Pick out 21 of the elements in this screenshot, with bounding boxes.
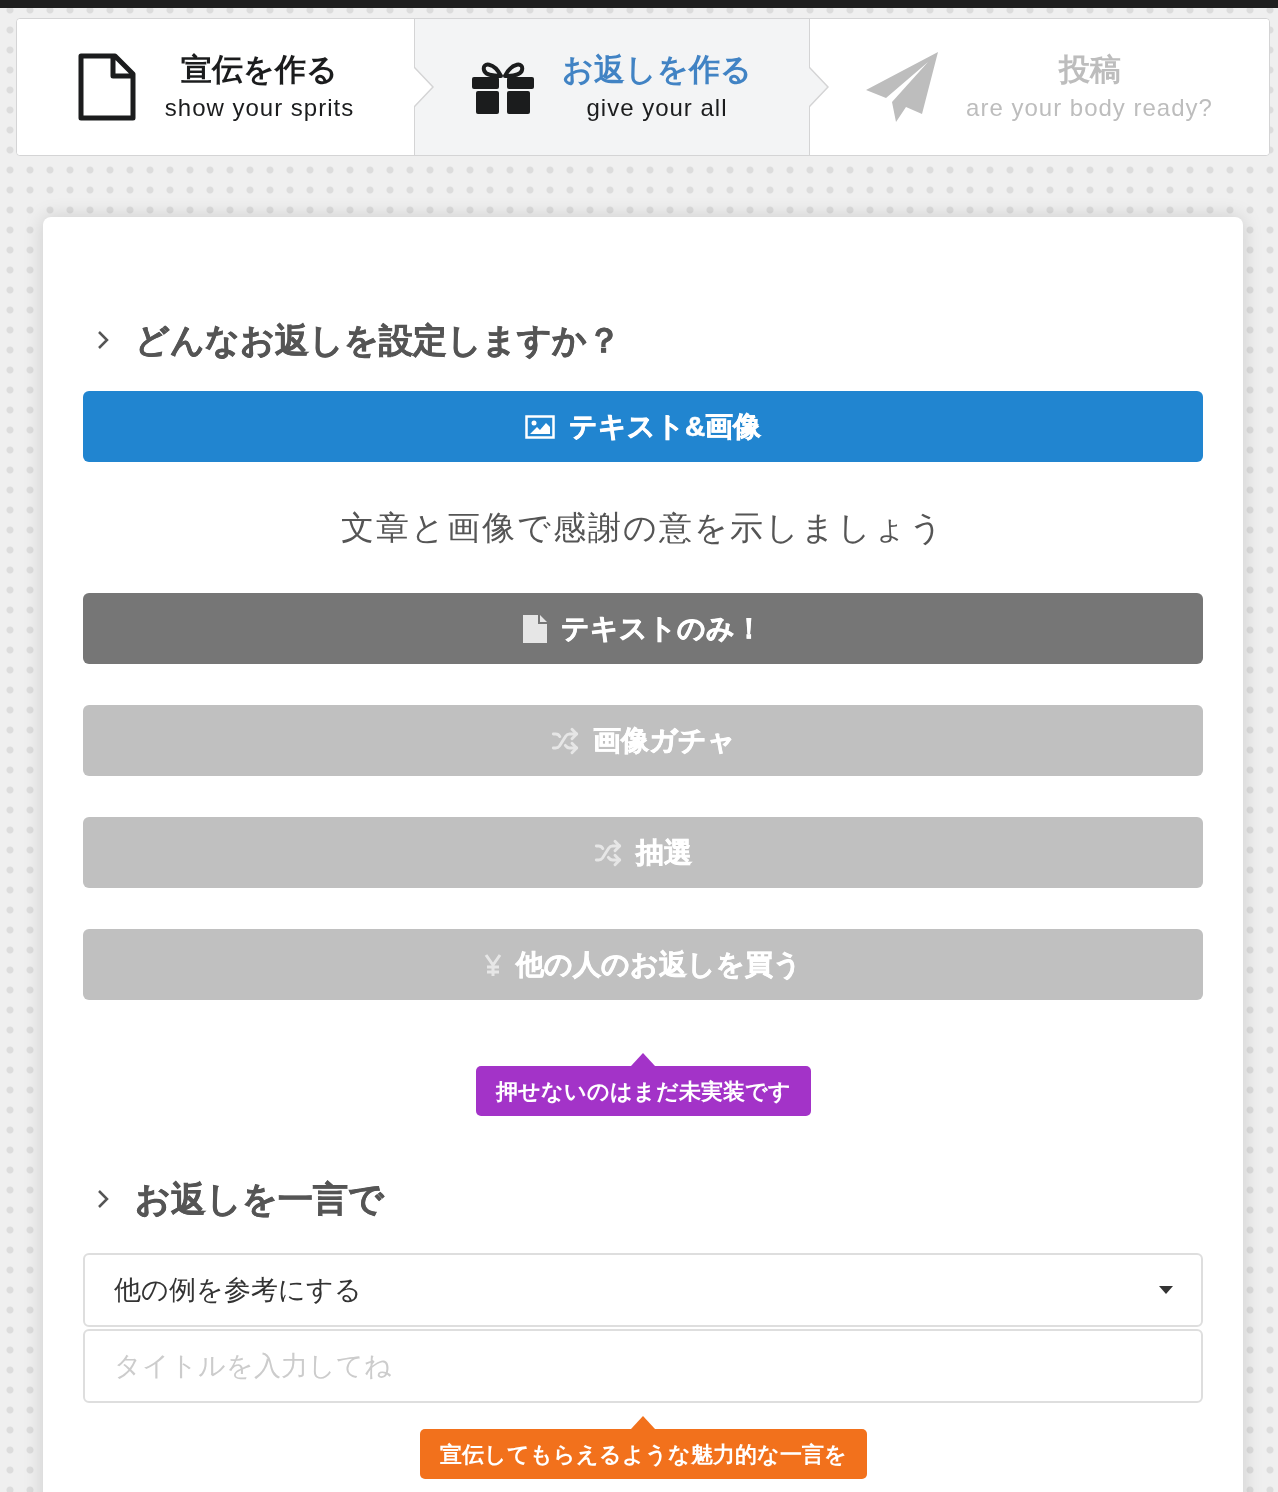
tooltip-arrow — [631, 1416, 655, 1429]
chevron-right-icon — [97, 1189, 109, 1209]
yen-icon — [484, 952, 502, 977]
file-icon — [523, 614, 547, 643]
paper-plane-icon — [866, 52, 939, 122]
shuffle-icon — [594, 838, 622, 867]
option-button[interactable]: テキストのみ！ — [83, 593, 1203, 664]
gift-icon — [472, 60, 534, 114]
option-button[interactable]: テキスト&画像 — [83, 391, 1203, 462]
file-icon — [76, 52, 137, 122]
section-heading: どんなお返しを設定しますか？ — [135, 320, 621, 361]
image-icon — [524, 414, 555, 439]
hint-tooltip: 宣伝してもらえるような魅力的な一言を — [419, 1429, 867, 1479]
option-description: 文章と画像で感謝の意を示しましょう — [340, 508, 946, 548]
example-dropdown[interactable]: 他の例を参考にする — [83, 1253, 1203, 1327]
shuffle-icon — [550, 726, 579, 755]
note-tooltip: 押せないのはまだ未実装です — [475, 1066, 811, 1116]
dropdown-caret-icon — [1159, 1286, 1173, 1294]
tooltip-arrow — [631, 1053, 655, 1066]
section-heading: お返しを一言で — [135, 1178, 384, 1220]
chevron-right-icon — [97, 330, 109, 350]
